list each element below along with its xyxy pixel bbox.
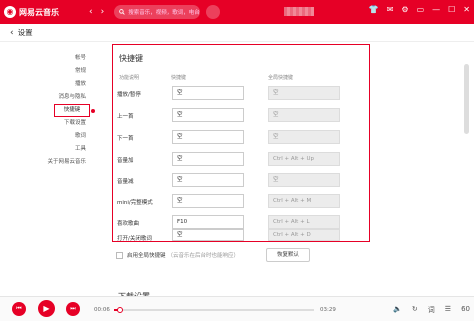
row-label-play-pause: 播放/暂停 xyxy=(117,92,141,98)
page-title: 设置 xyxy=(17,28,33,37)
row-label-next: 下一首 xyxy=(117,136,134,142)
restore-default-button[interactable]: 恢复默认 xyxy=(266,248,310,262)
playlist-icon[interactable]: ☰ xyxy=(445,305,451,315)
search-icon xyxy=(119,9,125,15)
back-arrow-icon[interactable]: ‹ xyxy=(89,7,93,17)
scrollbar[interactable] xyxy=(464,44,469,294)
minimize-icon[interactable]: — xyxy=(432,5,440,14)
close-icon[interactable]: ✕ xyxy=(463,5,470,14)
sidebar-item-lyrics[interactable]: 歌词 xyxy=(36,130,90,143)
progress-bar[interactable] xyxy=(114,307,314,313)
loop-icon[interactable]: ↻ xyxy=(412,305,418,315)
row-label-toggle-lyrics: 打开/关闭歌词 xyxy=(117,236,152,242)
enable-global-checkbox[interactable] xyxy=(116,251,123,259)
mic-button[interactable] xyxy=(206,5,221,19)
search-placeholder: 搜索音乐，视频，歌词，电台 xyxy=(128,10,200,16)
shortcut-field-mini-mode[interactable]: 空 xyxy=(172,194,244,208)
app-name: 网易云音乐 xyxy=(19,7,59,17)
mail-icon[interactable]: ✉ xyxy=(387,5,394,14)
shortcuts-panel: 快捷键 功能说明 快捷键 全局快捷键 播放/暂停 空 空 上一首 空 空 下一首… xyxy=(112,44,370,242)
back-chevron-icon[interactable]: ‹ xyxy=(10,28,14,38)
settings-header: ‹ 设置 xyxy=(0,24,474,42)
shortcut-field-toggle-lyrics[interactable]: 空 xyxy=(172,229,244,241)
maximize-icon[interactable]: ☐ xyxy=(448,5,455,14)
shortcut-field-like-song[interactable]: F10 xyxy=(172,215,244,229)
next-icon: ⏭ xyxy=(70,305,76,312)
skin-icon[interactable]: 👕 xyxy=(369,5,379,14)
global-field-volume-down[interactable]: 空 xyxy=(268,173,340,187)
shortcut-field-volume-up[interactable]: 空 xyxy=(172,152,244,166)
sidebar-item-privacy[interactable]: 消息与隐私 xyxy=(36,91,90,104)
scrollbar-thumb[interactable] xyxy=(464,64,469,134)
settings-sidebar: 帐号 常规 播放 消息与隐私 快捷键 下载设置 歌词 工具 关于网易云音乐 xyxy=(36,52,95,169)
play-button[interactable]: ▶ xyxy=(38,300,55,317)
sidebar-item-about[interactable]: 关于网易云音乐 xyxy=(36,156,90,169)
progress-knob[interactable] xyxy=(117,307,123,313)
enable-global-label: 启用全局快捷键 xyxy=(127,253,166,259)
row-label-volume-down: 音量减 xyxy=(117,179,134,185)
global-field-mini-mode[interactable]: Ctrl + Alt + M xyxy=(268,194,340,208)
previous-track-button[interactable]: ⏮ xyxy=(12,302,26,316)
enable-global-row: 启用全局快捷键 （云音乐在后台时也能响应） xyxy=(116,251,239,259)
sidebar-item-general[interactable]: 常规 xyxy=(36,65,90,78)
play-icon: ▶ xyxy=(43,304,50,313)
sidebar-item-tools[interactable]: 工具 xyxy=(36,143,90,156)
section-title: 快捷键 xyxy=(119,54,143,63)
row-label-previous: 上一首 xyxy=(117,114,134,120)
app-logo[interactable]: ◉ 网易云音乐 xyxy=(4,6,59,18)
sidebar-item-label: 快捷键 xyxy=(63,107,81,113)
settings-icon[interactable]: ⚙ xyxy=(401,5,408,14)
column-header-shortcut: 快捷键 xyxy=(171,75,187,81)
shortcut-field-previous[interactable]: 空 xyxy=(172,108,244,122)
netease-logo-icon: ◉ xyxy=(4,6,16,18)
column-header-global: 全局快捷键 xyxy=(268,75,294,81)
player-bar: ⏮ ▶ ⏭ 00:06 03:29 🔈 ↻ 词 ☰ 60 xyxy=(0,296,474,321)
sidebar-item-download[interactable]: 下载设置 xyxy=(36,117,90,130)
mini-mode-icon[interactable]: ▭ xyxy=(417,5,425,14)
shortcut-field-volume-down[interactable]: 空 xyxy=(172,173,244,187)
global-field-play-pause[interactable]: 空 xyxy=(268,86,340,100)
sidebar-item-shortcuts[interactable]: 快捷键 xyxy=(54,104,95,117)
next-track-button[interactable]: ⏭ xyxy=(66,302,80,316)
user-avatar-blurred[interactable] xyxy=(284,7,314,16)
shortcut-field-next[interactable]: 空 xyxy=(172,130,244,144)
volume-icon[interactable]: 🔈 xyxy=(393,305,402,315)
volume-level: 60 xyxy=(461,305,470,313)
shortcut-field-play-pause[interactable]: 空 xyxy=(172,86,244,100)
previous-icon: ⏮ xyxy=(16,305,22,312)
row-label-volume-up: 音量加 xyxy=(117,158,134,164)
global-field-toggle-lyrics[interactable]: Ctrl + Alt + D xyxy=(268,229,340,241)
forward-arrow-icon[interactable]: › xyxy=(101,7,105,17)
enable-global-hint: （云音乐在后台时也能响应） xyxy=(167,253,240,259)
active-dot-icon xyxy=(91,109,95,113)
current-time: 00:06 xyxy=(94,307,110,313)
global-field-like-song[interactable]: Ctrl + Alt + L xyxy=(268,215,340,229)
total-time: 03:29 xyxy=(320,307,336,313)
sidebar-item-playback[interactable]: 播放 xyxy=(36,78,90,91)
column-header-function: 功能说明 xyxy=(119,75,140,81)
global-field-volume-up[interactable]: Ctrl + Alt + Up xyxy=(268,152,340,166)
lyrics-icon[interactable]: 词 xyxy=(428,305,435,315)
global-field-next[interactable]: 空 xyxy=(268,130,340,144)
row-label-mini-mode: mini/完整模式 xyxy=(117,200,153,206)
global-field-previous[interactable]: 空 xyxy=(268,108,340,122)
title-bar: ◉ 网易云音乐 ‹ › 搜索音乐，视频，歌词，电台 👕 ✉ ⚙ ▭ — ☐ ✕ xyxy=(0,0,474,24)
row-label-like-song: 喜欢歌曲 xyxy=(117,221,140,227)
search-input[interactable]: 搜索音乐，视频，歌词，电台 xyxy=(114,5,201,19)
sidebar-item-account[interactable]: 帐号 xyxy=(36,52,90,65)
